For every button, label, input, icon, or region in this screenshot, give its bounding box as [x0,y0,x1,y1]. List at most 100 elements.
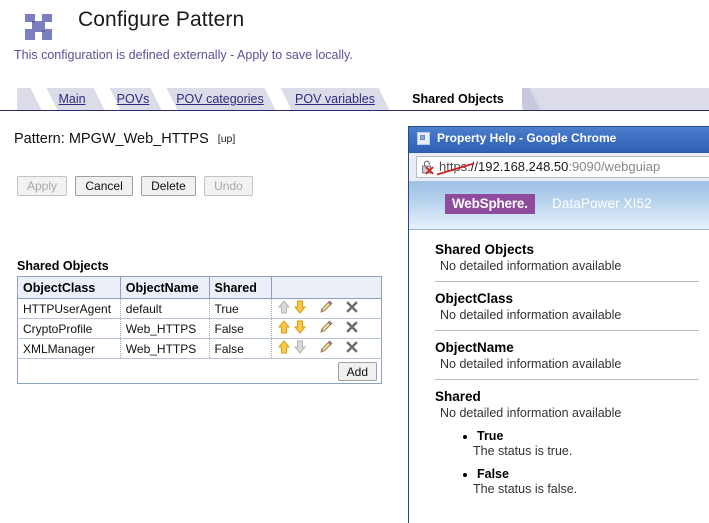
help-content: Shared Objects No detailed information a… [409,230,709,523]
tab-bar: Main POVs POV categories POV variables S… [0,88,709,111]
value-description: The status is false. [473,482,699,496]
table-footer-row: Add [18,359,382,384]
help-section-shared: Shared No detailed information available… [435,389,699,496]
cell-actions [271,319,381,339]
help-section-objectname: ObjectName No detailed information avail… [435,340,699,371]
pattern-label: Pattern: [14,131,65,147]
tab-povs[interactable]: POVs [110,88,156,110]
value-description: The status is true. [473,444,699,458]
page-header: Configure Pattern [0,0,709,46]
move-up-arrow-icon[interactable] [276,339,292,358]
broken-lock-icon[interactable] [421,160,435,175]
cell-actions [271,339,381,359]
section-divider [435,379,699,380]
move-down-arrow-icon[interactable] [292,299,308,318]
help-text: No detailed information available [440,406,699,420]
table-footer-cell: Add [18,359,382,384]
delete-x-icon[interactable] [344,339,360,358]
cell-objectclass: XMLManager [18,339,121,359]
websphere-banner: WebSphere. DataPower XI52 [409,181,709,230]
chrome-window-icon [417,132,430,145]
action-button-row: Apply Cancel Delete Undo [17,176,258,198]
screen-root: Configure Pattern This configuration is … [0,0,709,523]
tab-pov-variables[interactable]: POV variables [286,88,384,110]
tab-shared-objects-label: Shared Objects [412,92,504,106]
pattern-up-link[interactable]: [up] [218,133,236,145]
apply-button[interactable]: Apply [17,176,67,196]
window-title: Property Help - Google Chrome [437,131,616,145]
help-section-shared-objects: Shared Objects No detailed information a… [435,242,699,273]
table-row: HTTPUserAgent default True [18,299,382,319]
tab-shared-objects[interactable]: Shared Objects [394,88,522,110]
value-term: False [477,467,699,481]
value-term: True [477,429,699,443]
tab-pov-categories[interactable]: POV categories [168,88,272,110]
window-title-bar[interactable]: Property Help - Google Chrome [409,127,709,153]
address-input[interactable]: https://192.168.248.50:9090/webguiap [416,156,709,178]
cell-actions [271,299,381,319]
tab-pov-categories-label[interactable]: POV categories [176,92,264,106]
shared-objects-caption: Shared Objects [17,259,109,273]
cell-shared: True [209,299,271,319]
cell-objectclass: HTTPUserAgent [18,299,121,319]
table-row: CryptoProfile Web_HTTPS False [18,319,382,339]
delete-x-icon[interactable] [344,319,360,338]
address-text: https://192.168.248.50:9090/webguiap [439,159,660,174]
move-up-arrow-icon[interactable] [276,319,292,338]
column-header-shared: Shared [209,277,271,299]
help-heading: ObjectClass [435,291,699,306]
table-row: XMLManager Web_HTTPS False [18,339,382,359]
cancel-button[interactable]: Cancel [75,176,132,196]
move-down-arrow-icon [292,339,308,358]
url-host: 192.168.248.50 [478,159,568,174]
help-text: No detailed information available [440,259,699,273]
undo-button[interactable]: Undo [204,176,253,196]
column-header-actions [271,277,381,299]
edit-pencil-icon[interactable] [318,319,334,338]
pattern-title-line: Pattern: MPGW_Web_HTTPS [up] [14,131,235,147]
column-header-objectclass: ObjectClass [18,277,121,299]
add-button[interactable]: Add [338,362,377,381]
column-header-objectname: ObjectName [120,277,209,299]
pattern-pinwheel-icon [20,10,58,44]
cell-objectclass: CryptoProfile [18,319,121,339]
cell-objectname: Web_HTTPS [120,319,209,339]
address-bar[interactable]: https://192.168.248.50:9090/webguiap [409,153,709,181]
list-item: True The status is true. [477,429,699,458]
url-path: :9090/webguiap [568,159,660,174]
help-section-objectclass: ObjectClass No detailed information avai… [435,291,699,322]
help-heading: Shared [435,389,699,404]
property-help-window: Property Help - Google Chrome https://19… [408,126,709,523]
config-subtitle: This configuration is defined externally… [14,48,353,62]
edit-pencil-icon[interactable] [318,339,334,358]
help-text: No detailed information available [440,357,699,371]
section-divider [435,281,699,282]
move-up-arrow-icon [276,299,292,318]
cell-shared: False [209,319,271,339]
cell-objectname: default [120,299,209,319]
websphere-brand: WebSphere. [445,194,535,214]
page-title: Configure Pattern [78,8,244,32]
help-text: No detailed information available [440,308,699,322]
url-scheme: https [439,159,467,174]
edit-pencil-icon[interactable] [318,299,334,318]
cell-objectname: Web_HTTPS [120,339,209,359]
pattern-name: MPGW_Web_HTTPS [69,131,209,147]
delete-x-icon[interactable] [344,299,360,318]
tab-main[interactable]: Main [46,88,98,110]
help-heading: Shared Objects [435,242,699,257]
shared-value-list: True The status is true. False The statu… [435,429,699,496]
tab-pov-variables-label[interactable]: POV variables [295,92,375,106]
tab-povs-label[interactable]: POVs [117,92,150,106]
shared-objects-table: ObjectClass ObjectName Shared HTTPUserAg… [17,276,382,384]
table-header-row: ObjectClass ObjectName Shared [18,277,382,299]
list-item: False The status is false. [477,467,699,496]
tab-bar-underline [0,110,709,111]
move-down-arrow-icon[interactable] [292,319,308,338]
delete-button[interactable]: Delete [141,176,196,196]
help-heading: ObjectName [435,340,699,355]
tab-main-label[interactable]: Main [58,92,85,106]
datapower-product-name: DataPower XI52 [552,196,652,211]
section-divider [435,330,699,331]
cell-shared: False [209,339,271,359]
